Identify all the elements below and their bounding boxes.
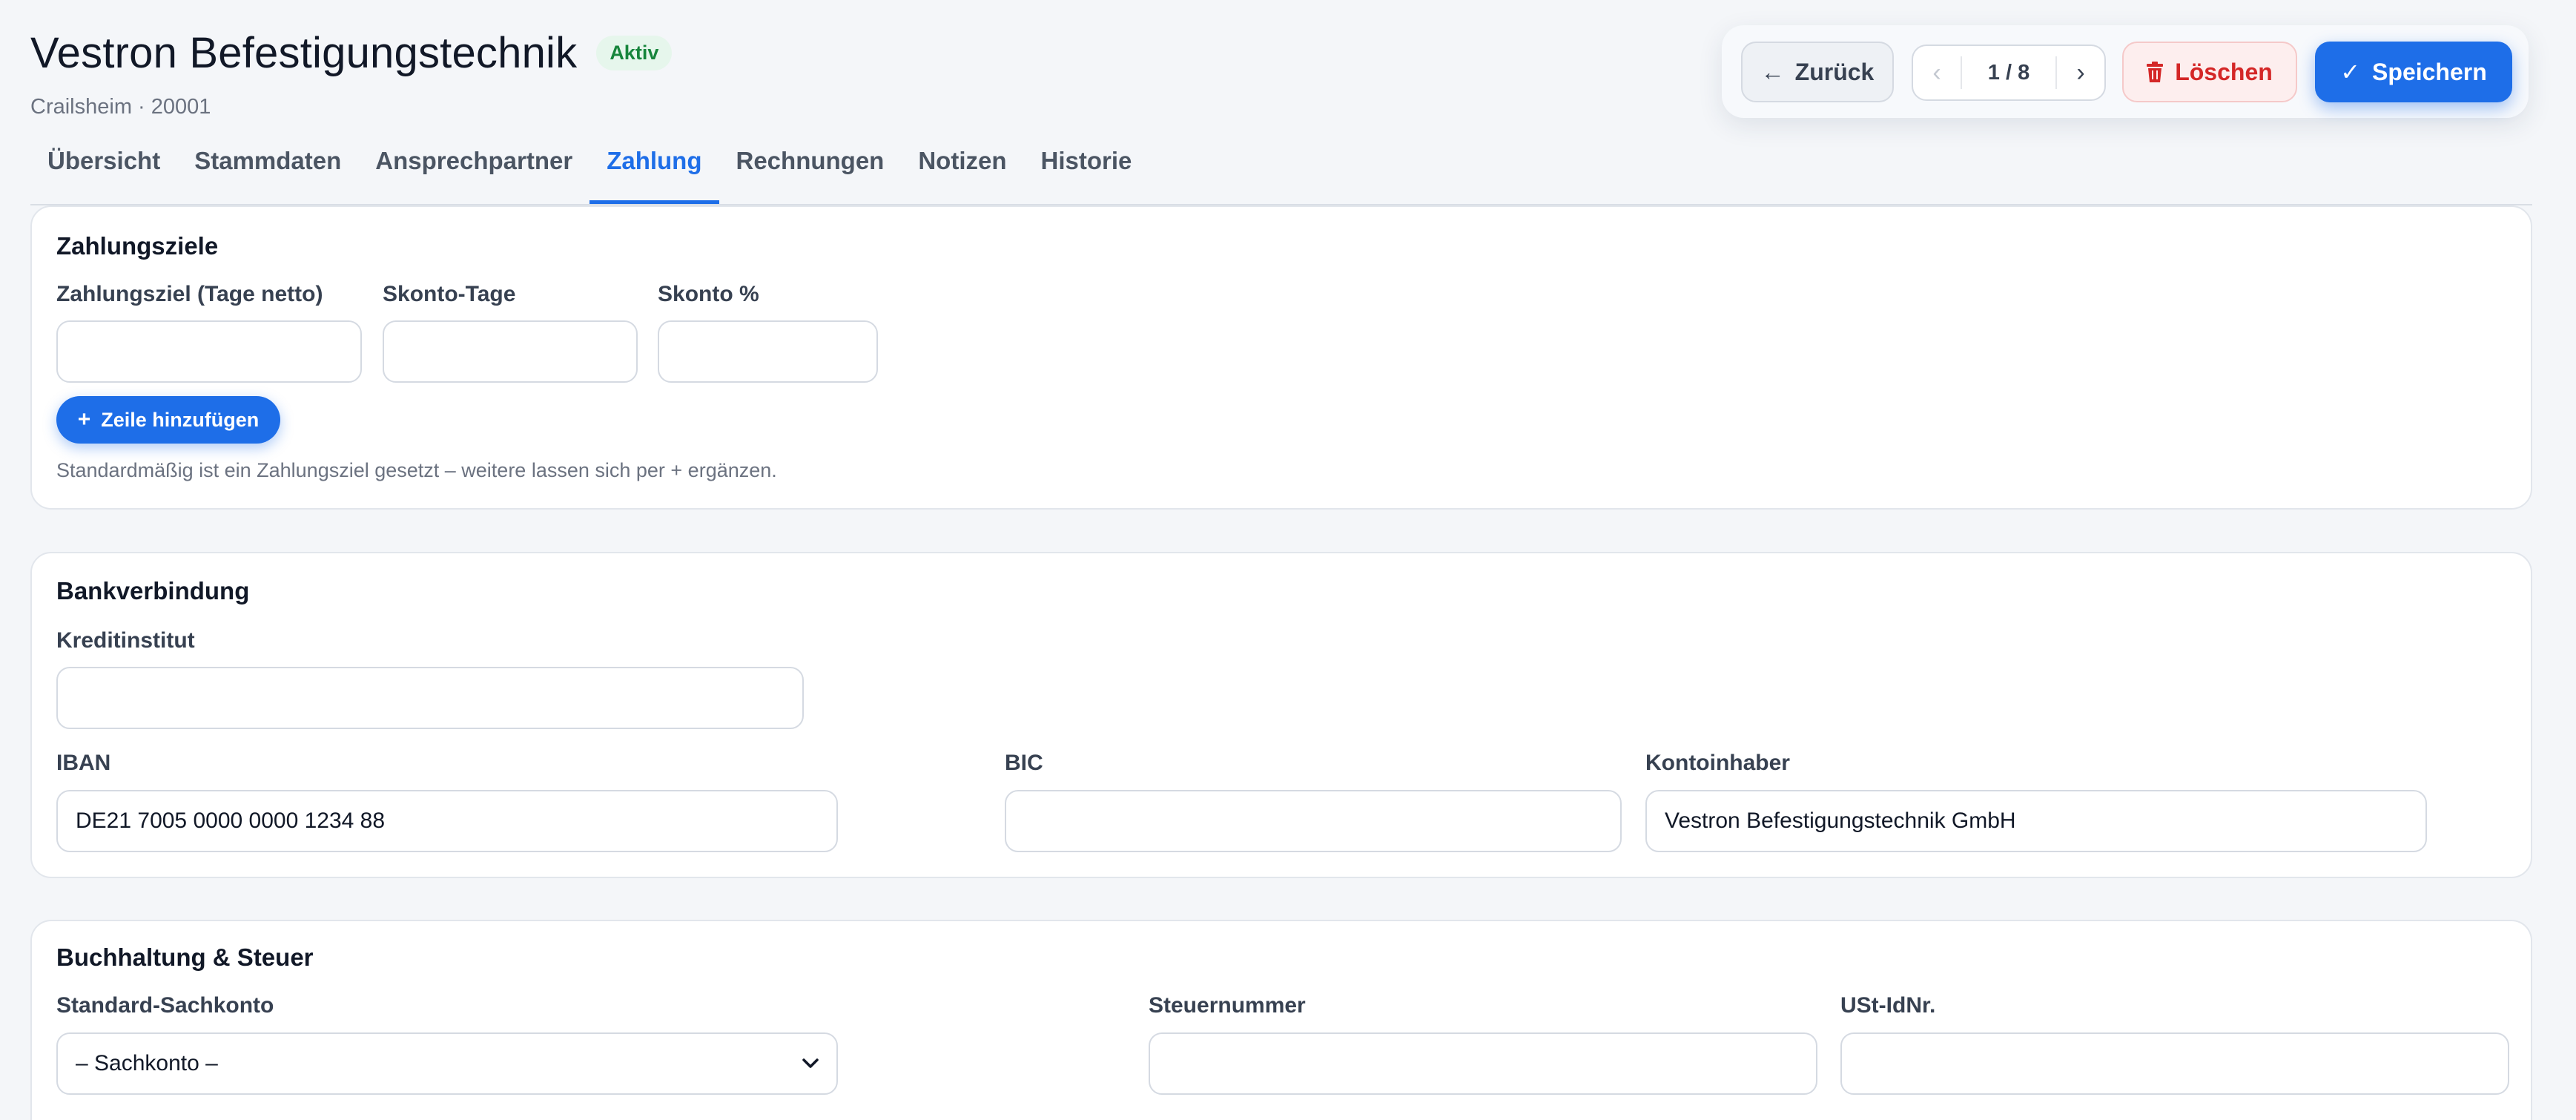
page-title: Vestron Befestigungstechnik [30, 29, 578, 77]
payment-terms-card: Zahlungsziele Zahlungsziel (Tage netto) … [30, 205, 2532, 510]
tab-notizen[interactable]: Notizen [901, 131, 1023, 205]
status-badge: Aktiv [596, 36, 673, 70]
check-icon: ✓ [2340, 59, 2361, 85]
back-button[interactable]: ← Zurück [1741, 42, 1894, 102]
ledger-account-select[interactable]: – Sachkonto – [56, 1032, 838, 1095]
bank-name-input[interactable] [56, 667, 804, 729]
tax-number-label: Steuernummer [1149, 993, 1306, 1018]
plus-icon: + [77, 407, 91, 432]
discount-days-label: Skonto-Tage [383, 282, 516, 306]
account-holder-label: Kontoinhaber [1645, 751, 1790, 775]
vat-id-input[interactable] [1840, 1032, 2509, 1095]
ledger-account-label: Standard-Sachkonto [56, 993, 274, 1018]
record-pager: ‹ 1 / 8 › [1912, 45, 2106, 101]
accounting-card: Buchhaltung & Steuer Standard-Sachkonto … [30, 920, 2532, 1120]
ledger-account-value: – Sachkonto – [76, 1051, 218, 1075]
tab-historie[interactable]: Historie [1024, 131, 1149, 205]
bank-card: Bankverbindung Kreditinstitut IBAN BIC K… [30, 552, 2532, 878]
page-subtitle: Crailsheim · 20001 [30, 95, 211, 119]
tab-zahlung[interactable]: Zahlung [589, 131, 719, 205]
tab-bar: Übersicht Stammdaten Ansprechpartner Zah… [30, 131, 1149, 205]
bic-label: BIC [1005, 751, 1043, 775]
discount-percent-input[interactable] [658, 320, 878, 383]
back-button-label: Zurück [1794, 58, 1875, 85]
save-button-label: Speichern [2372, 58, 2487, 85]
discount-percent-label: Skonto % [658, 282, 759, 306]
net-days-label: Zahlungsziel (Tage netto) [56, 282, 323, 306]
account-holder-input[interactable] [1645, 790, 2427, 852]
arrow-left-icon: ← [1760, 58, 1785, 85]
tab-stammdaten[interactable]: Stammdaten [177, 131, 358, 205]
vat-id-label: USt-IdNr. [1840, 993, 1936, 1018]
save-button[interactable]: ✓ Speichern [2315, 42, 2512, 102]
tab-uebersicht[interactable]: Übersicht [30, 131, 177, 205]
tab-rechnungen[interactable]: Rechnungen [719, 131, 902, 205]
pager-next-button[interactable]: › [2057, 59, 2104, 88]
chevron-down-icon [802, 1058, 819, 1069]
delete-button[interactable]: Löschen [2122, 42, 2297, 102]
pager-count: 1 / 8 [1961, 56, 2057, 89]
iban-label: IBAN [56, 751, 111, 775]
tax-number-input[interactable] [1149, 1032, 1817, 1095]
bic-input[interactable] [1005, 790, 1622, 852]
bank-title: Bankverbindung [56, 577, 250, 605]
discount-days-input[interactable] [383, 320, 638, 383]
pager-prev-button[interactable]: ‹ [1913, 59, 1961, 88]
add-row-button-label: Zeile hinzufügen [101, 408, 260, 431]
add-row-button[interactable]: + Zeile hinzufügen [56, 396, 280, 444]
iban-input[interactable] [56, 790, 838, 852]
trash-icon [2147, 62, 2164, 82]
net-days-input[interactable] [56, 320, 362, 383]
tab-ansprechpartner[interactable]: Ansprechpartner [358, 131, 589, 205]
delete-button-label: Löschen [2175, 58, 2273, 85]
payment-terms-title: Zahlungsziele [56, 232, 219, 260]
action-toolbar: ← Zurück ‹ 1 / 8 › Löschen ✓ Speichern [1722, 25, 2529, 118]
accounting-title: Buchhaltung & Steuer [56, 943, 314, 971]
customer-detail-page: Vestron Befestigungstechnik Aktiv Crails… [0, 0, 2576, 1120]
payment-terms-hint: Standardmäßig ist ein Zahlungsziel geset… [56, 459, 777, 481]
title-row: Vestron Befestigungstechnik Aktiv [30, 28, 673, 78]
bank-name-label: Kreditinstitut [56, 628, 195, 653]
